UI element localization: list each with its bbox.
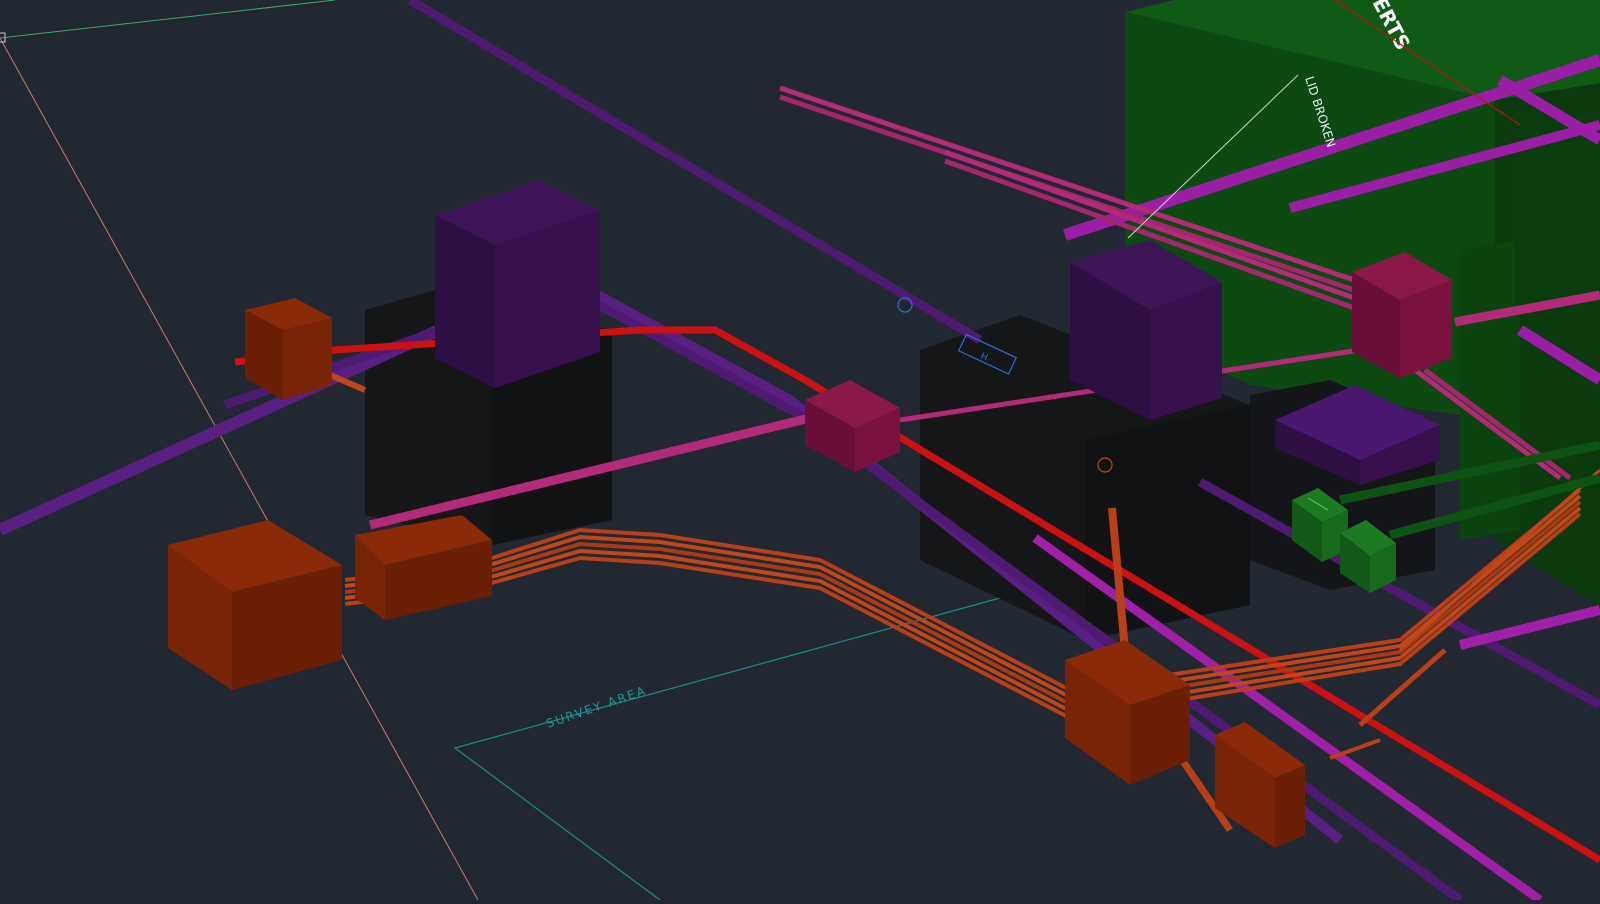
survey-area-boundary xyxy=(453,597,1001,901)
electric-chamber-bottom[interactable] xyxy=(1065,640,1190,785)
gas-valve-chamber-left[interactable] xyxy=(435,180,600,388)
survey-area-label: SURVEY AREA xyxy=(544,683,648,731)
electric-chamber-large[interactable] xyxy=(168,520,342,690)
cad-3d-viewport[interactable]: SURVEY AREA H LID BROKEN ERTS xyxy=(0,0,1600,904)
electric-chamber-medium[interactable] xyxy=(355,515,492,620)
telecom-chamber-center[interactable] xyxy=(805,380,900,472)
ucs-x-axis-line xyxy=(0,0,336,39)
electric-chamber-small[interactable] xyxy=(245,298,332,400)
model-canvas[interactable]: SURVEY AREA H LID BROKEN ERTS xyxy=(0,0,1600,904)
